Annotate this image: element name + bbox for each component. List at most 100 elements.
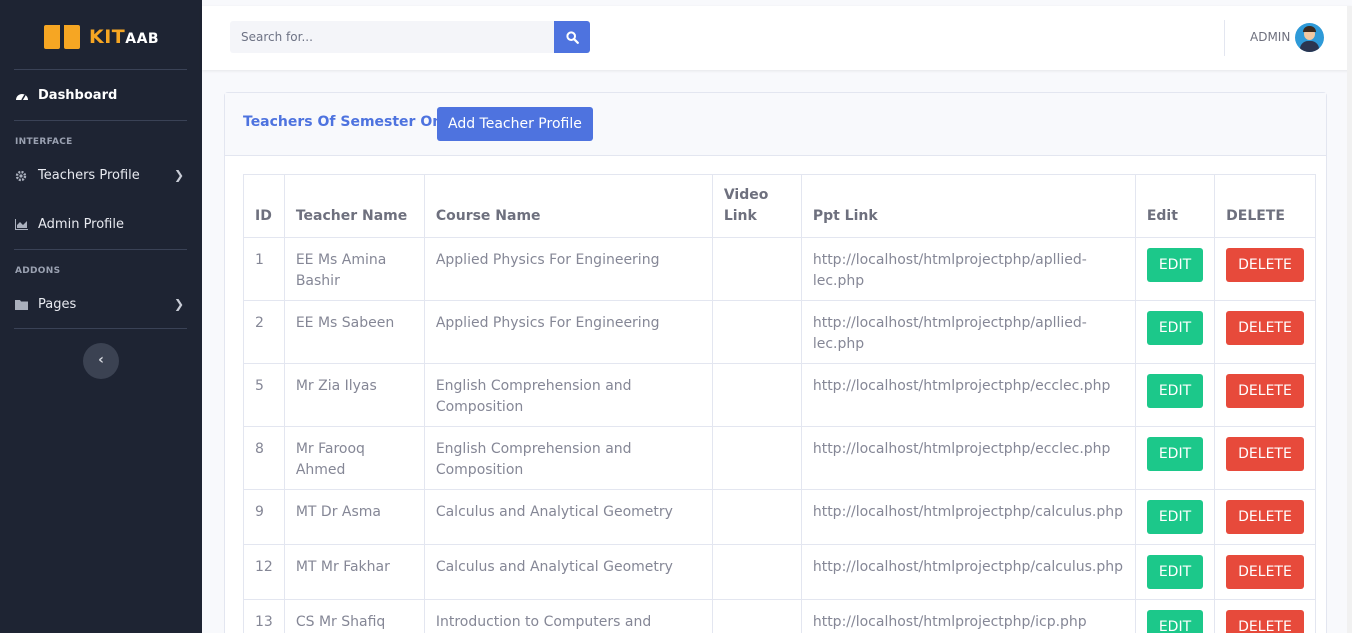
- user-name[interactable]: ADMIN: [1250, 30, 1290, 44]
- search-button[interactable]: [554, 21, 590, 53]
- folder-icon: [15, 299, 29, 311]
- sidebar-divider: [14, 249, 187, 250]
- cell-course-name: English Comprehension and Composition: [423, 363, 713, 427]
- cell-ppt-link: http://localhost/htmlprojectphp/calculus…: [800, 489, 1136, 545]
- sidebar-divider: [14, 328, 187, 329]
- sidebar-heading-addons: ADDONS: [15, 266, 61, 276]
- cell-edit: EDIT: [1134, 489, 1216, 545]
- chevron-right-icon: ❯: [173, 297, 184, 311]
- chevron-left-icon: ‹: [98, 352, 104, 368]
- chart-area-icon: [15, 218, 29, 231]
- delete-button[interactable]: DELETE: [1226, 610, 1304, 633]
- cell-id: 13: [243, 599, 285, 633]
- cell-ppt-link: http://localhost/htmlprojectphp/ecclec.p…: [800, 363, 1136, 427]
- column-header-edit: Edit: [1134, 174, 1216, 238]
- cell-delete: DELETE: [1214, 426, 1316, 490]
- sidebar-item-admin-profile[interactable]: Admin Profile: [15, 217, 124, 232]
- avatar[interactable]: [1295, 23, 1324, 52]
- delete-button[interactable]: DELETE: [1226, 437, 1304, 471]
- cell-course-name: English Comprehension and Composition: [423, 426, 713, 490]
- cell-edit: EDIT: [1134, 363, 1216, 427]
- cell-id: 2: [243, 300, 285, 364]
- delete-button[interactable]: DELETE: [1226, 555, 1304, 589]
- sidebar-divider: [14, 69, 187, 70]
- cell-video-link: [711, 237, 802, 301]
- cell-id: 5: [243, 363, 285, 427]
- sidebar-divider: [14, 120, 187, 121]
- delete-button[interactable]: DELETE: [1226, 248, 1304, 282]
- cell-course-name: Applied Physics For Engineering: [423, 300, 713, 364]
- card-header: Teachers Of Semester One Add Teacher Pro…: [225, 93, 1326, 156]
- sidebar-item-label: Admin Profile: [38, 217, 124, 232]
- table-row: 12 MT Mr Fakhar Calculus and Analytical Ge…: [243, 544, 1316, 600]
- book-icon: [44, 23, 80, 51]
- delete-button[interactable]: DELETE: [1226, 311, 1304, 345]
- cell-video-link: [711, 489, 802, 545]
- column-header-delete: DELETE: [1214, 174, 1316, 238]
- cell-edit: EDIT: [1134, 426, 1216, 490]
- brand-logo[interactable]: KITAAB: [44, 22, 159, 52]
- edit-button[interactable]: EDIT: [1146, 311, 1204, 345]
- cell-teacher-name: EE Ms Amina Bashir: [283, 237, 425, 301]
- cell-teacher-name: MT Dr Asma: [283, 489, 425, 545]
- sidebar-item-teachers-profile[interactable]: Teachers Profile: [15, 168, 187, 183]
- brand-name-small: AAB: [125, 31, 160, 47]
- table-header-row: ID Teacher Name Course Name Video Link P…: [243, 174, 1316, 238]
- sidebar: KITAAB Dashboard INTERFACE Teachers Prof…: [0, 0, 202, 633]
- table-row: 8 Mr Farooq Ahmed English Comprehension an…: [243, 426, 1316, 490]
- table-row: 13 CS Mr Shafiq Introduction to Computers …: [243, 599, 1316, 633]
- cell-teacher-name: CS Mr Shafiq: [283, 599, 425, 633]
- edit-button[interactable]: EDIT: [1146, 610, 1204, 633]
- add-teacher-profile-button[interactable]: Add Teacher Profile: [437, 107, 593, 141]
- table-body: 1 EE Ms Amina Bashir Applied Physics For E…: [243, 237, 1316, 633]
- search-form: [230, 21, 590, 53]
- sidebar-item-pages[interactable]: Pages: [15, 297, 76, 312]
- cell-edit: EDIT: [1134, 599, 1216, 633]
- edit-button[interactable]: EDIT: [1146, 555, 1204, 589]
- delete-button[interactable]: DELETE: [1226, 500, 1304, 534]
- cell-ppt-link: http://localhost/htmlprojectphp/ecclec.p…: [800, 426, 1136, 490]
- sidebar-item-dashboard[interactable]: Dashboard: [15, 88, 117, 103]
- tachometer-icon: [15, 90, 29, 102]
- cell-ppt-link: http://localhost/htmlprojectphp/calculus…: [800, 544, 1136, 600]
- cell-delete: DELETE: [1214, 544, 1316, 600]
- cell-teacher-name: EE Ms Sabeen: [283, 300, 425, 364]
- column-header-course-name: Course Name: [423, 174, 713, 238]
- card-title: Teachers Of Semester One: [243, 114, 452, 130]
- teachers-card: Teachers Of Semester One Add Teacher Pro…: [224, 92, 1327, 633]
- teachers-table: ID Teacher Name Course Name Video Link P…: [243, 174, 1316, 633]
- cell-delete: DELETE: [1214, 599, 1316, 633]
- cell-video-link: [711, 544, 802, 600]
- cell-course-name: Calculus and Analytical Geometry: [423, 489, 713, 545]
- cell-edit: EDIT: [1134, 300, 1216, 364]
- cell-video-link: [711, 363, 802, 427]
- sidebar-item-label: Pages: [38, 297, 77, 312]
- table-row: 2 EE Ms Sabeen Applied Physics For Enginee…: [243, 300, 1316, 364]
- cell-course-name: Applied Physics For Engineering: [423, 237, 713, 301]
- cell-teacher-name: MT Mr Fakhar: [283, 544, 425, 600]
- topbar-divider: [1224, 20, 1225, 56]
- column-header-ppt-link: Ppt Link: [800, 174, 1136, 238]
- edit-button[interactable]: EDIT: [1146, 500, 1204, 534]
- cell-ppt-link: http://localhost/htmlprojectphp/icp.php: [800, 599, 1136, 633]
- search-input[interactable]: [230, 21, 554, 53]
- cell-teacher-name: Mr Farooq Ahmed: [283, 426, 425, 490]
- delete-button[interactable]: DELETE: [1226, 374, 1304, 408]
- cell-ppt-link: http://localhost/htmlprojectphp/apllied­…: [800, 300, 1136, 364]
- cell-course-name: Introduction to Computers and Programmin…: [423, 599, 713, 633]
- edit-button[interactable]: EDIT: [1146, 437, 1204, 471]
- cell-video-link: [711, 599, 802, 633]
- column-header-video-link: Video Link: [711, 174, 802, 238]
- cell-video-link: [711, 426, 802, 490]
- page-scrollbar[interactable]: [1347, 6, 1352, 633]
- cell-delete: DELETE: [1214, 489, 1316, 545]
- edit-button[interactable]: EDIT: [1146, 248, 1204, 282]
- cell-id: 8: [243, 426, 285, 490]
- cell-edit: EDIT: [1134, 544, 1216, 600]
- sidebar-toggle-button[interactable]: ‹: [83, 343, 119, 379]
- cell-delete: DELETE: [1214, 237, 1316, 301]
- cell-course-name: Calculus and Analytical Geometry: [423, 544, 713, 600]
- edit-button[interactable]: EDIT: [1146, 374, 1204, 408]
- cell-edit: EDIT: [1134, 237, 1216, 301]
- chevron-right-icon: ❯: [173, 168, 184, 182]
